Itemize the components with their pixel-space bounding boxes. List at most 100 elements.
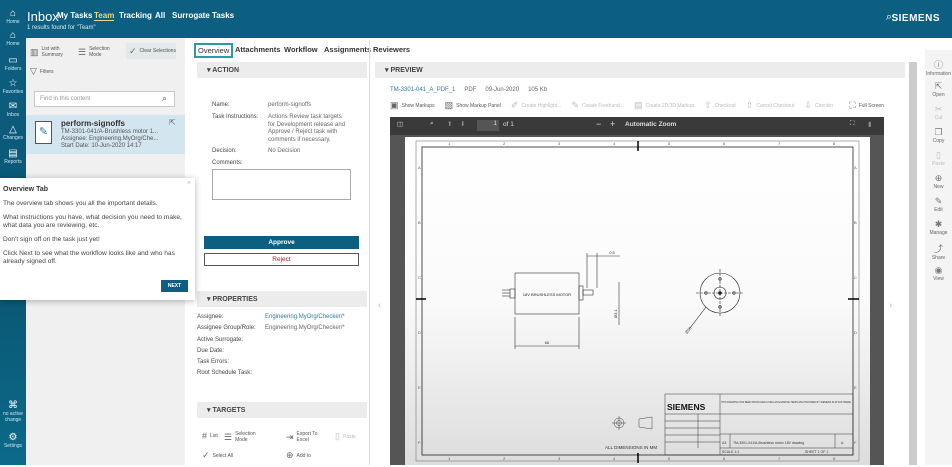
action-section-header[interactable]: ▾ ACTION [197,62,367,78]
zoom-out-button[interactable]: − [596,119,601,129]
page-number-input[interactable]: 1 [477,120,499,131]
next-page-icon[interactable]: ⬇ [460,120,465,128]
select-all-button[interactable]: ✓ Select All [202,450,233,461]
tab-surrogate-tasks[interactable]: Surrogate Tasks [172,11,234,20]
paste-icon: ▯ [335,431,340,441]
grid-row-label: D [418,330,421,335]
prev-arrow-icon[interactable]: ‹ [378,300,381,311]
nav-inbox[interactable]: ✉ Inbox [0,101,26,118]
show-markup-panel-button[interactable]: ▧ Show Markup Panel [445,100,501,111]
nav-favorites[interactable]: ☆ Favorites [0,78,26,95]
checkout-button[interactable]: ⇧ Checkout [704,100,736,111]
checkin-button[interactable]: ⇩ Checkin [804,100,833,111]
action-cut[interactable]: ✂ Cut [925,104,952,121]
pdf-viewer[interactable]: 1122334455667788AABBCCDDEEFF 18V BRUSHLE… [390,135,884,467]
targets-section-header[interactable]: ▾ TARGETS [197,402,367,418]
find-icon[interactable]: ⌕ [430,120,434,128]
folder-icon: ▭ [8,55,18,66]
action-new[interactable]: ⊕ New [925,173,952,190]
filters-button[interactable]: ▽ Filters [30,66,54,77]
list-with-summary-button[interactable]: ▥ List with Summary [30,46,66,58]
tab-team[interactable]: Team [94,11,115,21]
nav-settings[interactable]: ⚙ Settings [0,432,26,449]
title-block-title: TM-3301-041/A-Brushless motor 18V drawin… [733,441,804,445]
copy-icon: ❐ [934,127,943,137]
changes-icon: △ [9,124,17,135]
decision-label: Decision: [212,148,237,154]
info-icon: ⓘ [933,60,943,70]
search-icon[interactable]: ⌕ [162,93,167,104]
action-paste[interactable]: ▯ Paste [925,150,952,167]
edit-icon: ✎ [934,196,943,206]
selection-mode-button[interactable]: ☰ Selection Mode [78,46,118,58]
reject-button[interactable]: Reject [204,253,359,266]
list-item[interactable]: ✎ perform-signoffs TM-3301-041/A-Brushle… [26,115,185,154]
search-input[interactable]: Find in this content [34,91,175,107]
tooltip-text: What instructions you have, what decisio… [3,214,182,229]
tab-all[interactable]: All [155,11,165,20]
approve-button[interactable]: Approve [204,236,359,249]
properties-table: Assignee: Engineering.MyOrg/Checker/* Ass… [197,314,372,382]
clear-selections-button[interactable]: ✓ Clear Selections [126,43,176,59]
grid-icon: # [202,431,208,441]
action-edit[interactable]: ✎ Edit [925,196,952,213]
freehand-icon: ✎ [571,100,579,110]
create-2d3d-markup-button[interactable]: ▤ Create 2D/3D Markup [634,100,694,111]
export-excel-button[interactable]: ⇥ Export To Excel [286,431,326,443]
nav-home[interactable]: ⌂ Home [0,8,26,25]
task-object: TM-3301-041/A-Brushless motor 1... [61,129,159,135]
assignee-link[interactable]: Engineering.MyOrg/Checker/* [265,314,345,325]
siemens-logo: SIEMENS [891,13,940,24]
view-icon: ◉ [934,265,943,275]
action-view[interactable]: ◉ View [925,265,952,282]
tab-my-tasks[interactable]: My Tasks [57,11,92,20]
star-icon: ☆ [8,78,18,89]
create-highlight-button[interactable]: ✐ Create Highlight... [511,100,562,111]
nav-folders[interactable]: ▭ Folders [0,55,26,72]
comments-input[interactable] [212,169,351,200]
open-icon[interactable]: ⇱ [169,118,176,127]
next-arrow-icon[interactable]: › [889,300,892,311]
add-to-button[interactable]: ⊕ Add to [286,450,311,461]
export-icon: ⇥ [286,431,294,442]
nav-active-change[interactable]: ⌘ no active change [0,400,26,423]
markup-3d-icon: ▤ [633,100,643,110]
action-share[interactable]: ⤴ Share [925,242,952,261]
tooltip-text: Don't sign off on the task just yet! [3,236,100,243]
action-information[interactable]: ⓘ Information [925,58,952,77]
close-icon[interactable]: × [187,180,191,187]
scrollbar[interactable] [909,62,917,465]
tab-assignments[interactable]: Assignments [324,45,371,54]
sidebar-toggle-icon[interactable]: ◫ [397,120,403,128]
action-open[interactable]: ⇱ Open [925,81,952,98]
cancel-checkout-button[interactable]: ⇧ Cancel Checkout [746,100,795,111]
full-screen-button[interactable]: ⛶ Full Screen [849,100,884,111]
prev-page-icon[interactable]: ⬆ [447,120,452,128]
create-freehand-button[interactable]: ✎ Create Freehand... [571,100,624,111]
next-button[interactable]: NEXT [161,280,188,292]
tab-attachments[interactable]: Attachments [235,45,280,54]
action-manage[interactable]: ✱ Manage [925,219,952,236]
list-button[interactable]: # List [202,431,218,441]
tab-workflow[interactable]: Workflow [284,45,318,54]
tab-tracking[interactable]: Tracking [119,11,152,20]
file-select[interactable]: TM-3301-041_A_PDF_1 [390,87,455,93]
instructions-label: Task Instructions: [212,114,259,120]
nav-changes[interactable]: △ Changes [0,124,26,141]
preview-section-header[interactable]: ▾ PREVIEW [375,62,905,78]
tab-reviewers[interactable]: Reviewers [373,45,410,54]
show-markups-button[interactable]: ▣ Show Markups [390,100,435,111]
zoom-select[interactable]: Automatic Zoom [625,121,676,128]
nav-reports[interactable]: ▤ Reports [0,148,26,165]
list-icon: ▥ [30,46,39,57]
nav-home-2[interactable]: ⌂ Home [0,30,26,47]
selection-mode-button[interactable]: ☰ Selection Mode [224,431,264,443]
tab-overview[interactable]: Overview [194,43,234,58]
paste-button[interactable]: ▯ Paste [335,431,356,442]
bookmark-icon[interactable]: ▮ [868,120,872,128]
action-copy[interactable]: ❐ Copy [925,127,952,144]
pdf-toolbar: ◫ ⌕ ⬆ ⬇ 1 of 1 − + Automatic Zoom ⛶ ▮ [390,117,884,135]
properties-section-header[interactable]: ▾ PROPERTIES [197,291,367,307]
presentation-mode-icon[interactable]: ⛶ [850,120,855,128]
zoom-in-button[interactable]: + [610,119,615,129]
